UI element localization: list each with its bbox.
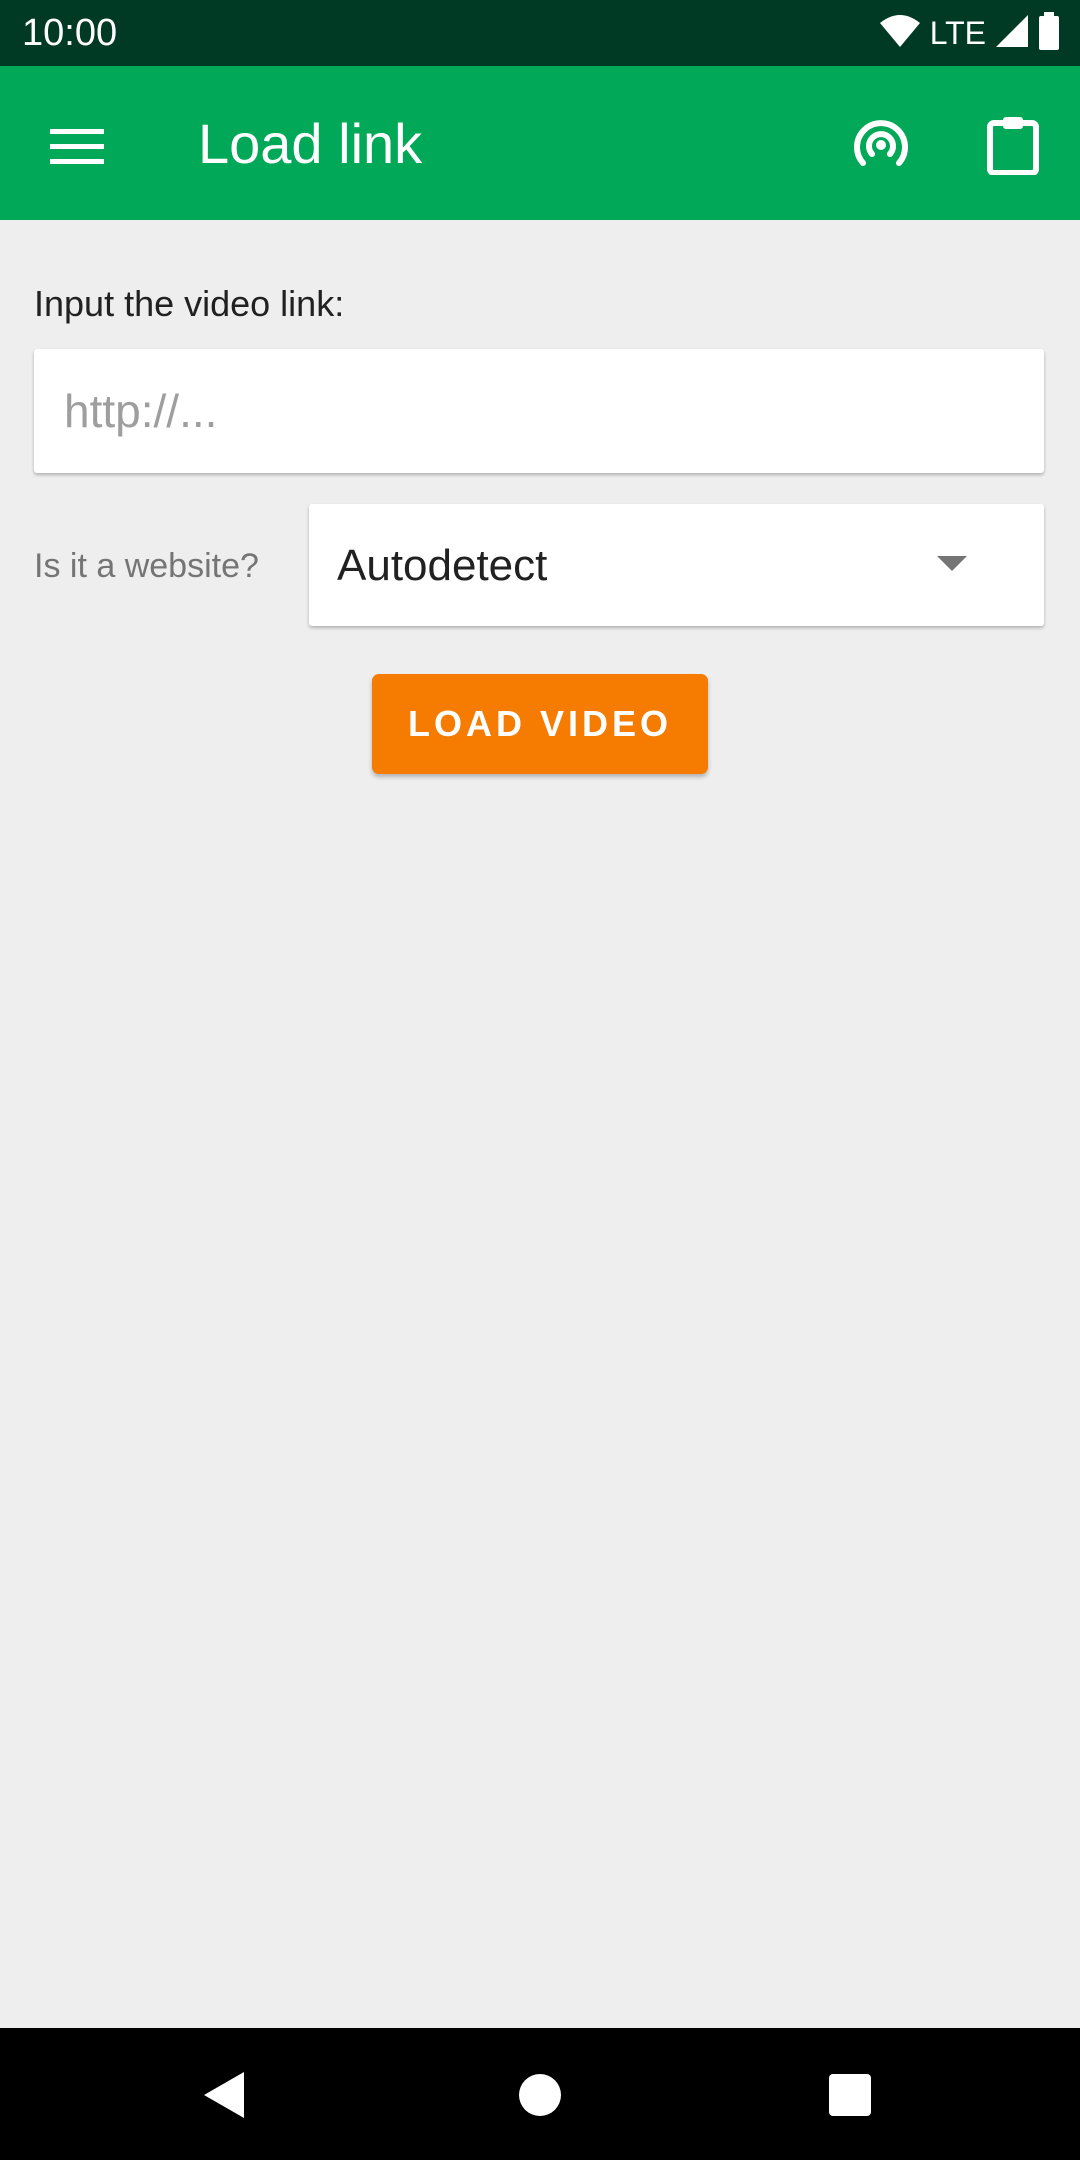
menu-icon: [50, 127, 104, 172]
load-video-button[interactable]: LOAD VIDEO: [372, 674, 708, 774]
website-type-dropdown[interactable]: Autodetect: [309, 504, 1044, 626]
status-icons: LTE: [878, 11, 1060, 55]
clipboard-icon: [987, 115, 1039, 180]
screen: 10:00 LTE Load link Input the video link…: [0, 0, 1080, 2160]
status-time: 10:00: [22, 12, 118, 54]
website-type-label: Is it a website?: [34, 547, 259, 585]
video-link-label: Input the video link:: [34, 283, 345, 324]
cast-button[interactable]: [841, 107, 921, 187]
system-nav-bar: [0, 2028, 1080, 2160]
battery-icon: [1038, 11, 1060, 55]
app-bar: Load link: [0, 66, 1080, 220]
status-bar: 10:00 LTE: [0, 0, 1080, 66]
network-type: LTE: [929, 15, 986, 51]
cast-icon: [851, 117, 911, 178]
dropdown-arrow-icon: [937, 556, 967, 571]
home-icon[interactable]: [519, 2074, 561, 2116]
back-icon[interactable]: [204, 2072, 244, 2118]
recents-icon[interactable]: [829, 2074, 871, 2116]
wifi-icon: [878, 13, 922, 54]
video-link-field: [34, 349, 1044, 473]
page-title: Load link: [198, 112, 423, 175]
clipboard-button[interactable]: [973, 107, 1053, 187]
dropdown-selected-value: Autodetect: [337, 541, 548, 590]
menu-button[interactable]: [37, 109, 117, 189]
video-link-input[interactable]: [34, 349, 1044, 473]
cell-signal-icon: [994, 13, 1030, 54]
